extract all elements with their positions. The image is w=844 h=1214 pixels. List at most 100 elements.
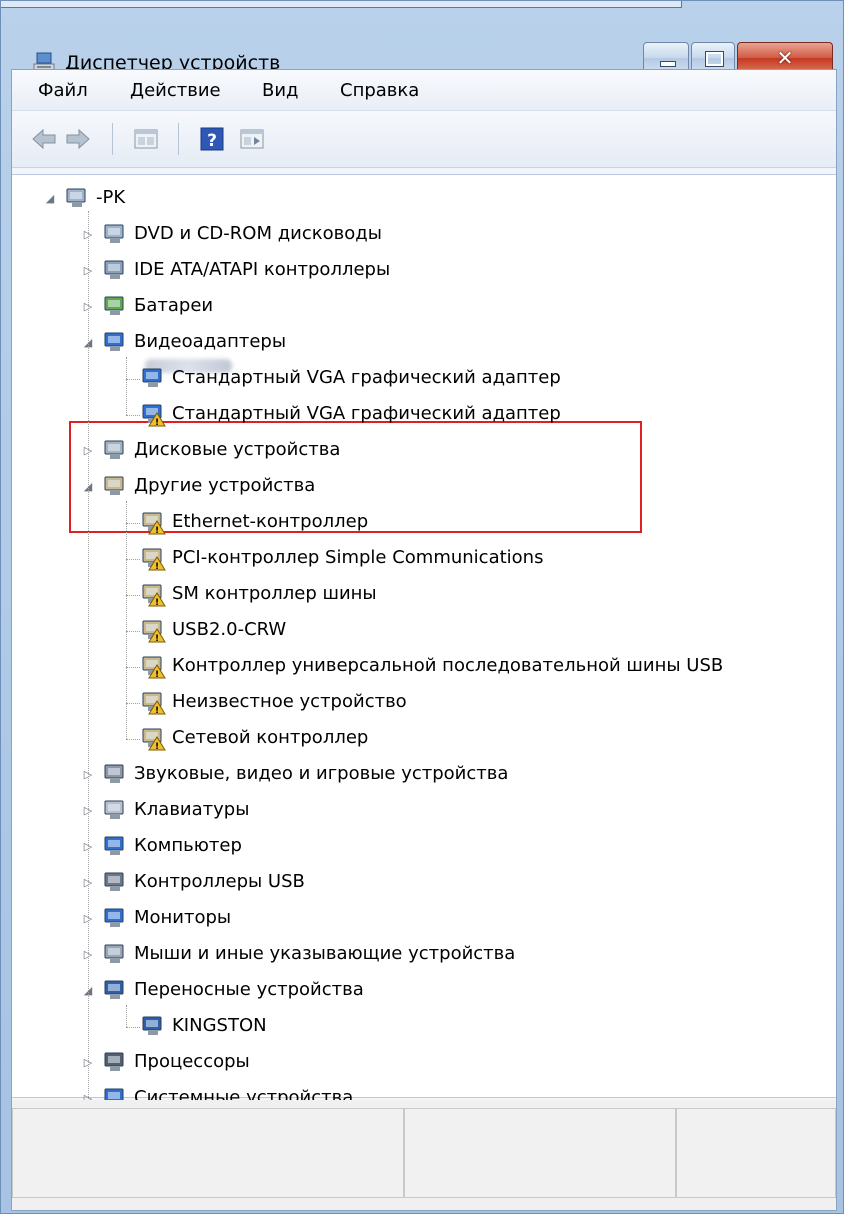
tree-item-label: Мониторы	[134, 907, 232, 928]
unknown-device-icon: !	[142, 728, 166, 751]
tree-device-item[interactable]: ! Сетевой контроллер	[12, 721, 836, 757]
tree-item-label: Ethernet-контроллер	[172, 511, 369, 532]
svg-text:!: !	[155, 562, 159, 571]
tree-item-label: Стандартный VGA графический адаптер	[172, 403, 561, 424]
tree-group[interactable]: ▷ Процессоры	[12, 1045, 836, 1081]
tree-device-item[interactable]: ! Стандартный VGA графический адаптер	[12, 397, 836, 433]
menu-view[interactable]: Вид	[262, 80, 299, 101]
toolbar: ?	[12, 111, 836, 168]
tree-item-label: Неизвестное устройство	[172, 691, 407, 712]
menu-bar: Файл Действие Вид Справка	[12, 70, 836, 111]
processor-icon	[104, 1052, 124, 1071]
svg-text:!: !	[155, 706, 159, 715]
tree-group[interactable]: ▷ Контроллеры USB	[12, 865, 836, 901]
tree-group[interactable]: ▷ Мыши и иные указывающие устройства	[12, 937, 836, 973]
tree-item-label: USB2.0-CRW	[172, 619, 287, 640]
portable-device-icon	[142, 1016, 162, 1035]
status-cell	[404, 1108, 676, 1198]
computer-icon	[66, 188, 86, 207]
status-cell	[12, 1108, 404, 1198]
display-adapter-icon	[104, 332, 124, 351]
menu-help[interactable]: Справка	[340, 80, 419, 101]
tree-group[interactable]: ▷ Дисковые устройства	[12, 433, 836, 469]
tree-device-item[interactable]: ! Контроллер универсальной последовательн…	[12, 649, 836, 685]
tree-group[interactable]: ▷ Батареи	[12, 289, 836, 325]
menu-file[interactable]: Файл	[38, 80, 88, 101]
tree-connector	[126, 357, 127, 415]
unknown-device-icon: !	[142, 620, 166, 643]
display-adapter-icon: !	[142, 404, 166, 427]
tree-connector	[126, 1005, 127, 1027]
battery-icon	[104, 296, 124, 315]
svg-text:!: !	[155, 526, 159, 535]
tree-group[interactable]: ▷ Звуковые, видео и игровые устройства	[12, 757, 836, 793]
unknown-device-icon	[104, 476, 124, 495]
unknown-device-icon: !	[142, 692, 166, 715]
tree-item-label: Дисковые устройства	[134, 439, 341, 460]
monitor-icon	[104, 908, 124, 927]
keyboard-icon	[104, 800, 124, 819]
tree-group[interactable]: ▷ Мониторы	[12, 901, 836, 937]
speaker-icon	[104, 764, 124, 783]
svg-text:?: ?	[207, 131, 217, 151]
properties-icon[interactable]	[132, 125, 160, 153]
tree-group[interactable]: ◢ Другие устройства	[12, 469, 836, 505]
tree-item-label: Сетевой контроллер	[172, 727, 369, 748]
unknown-device-icon: !	[142, 548, 166, 571]
tree-group[interactable]: ▷ DVD и CD-ROM дисководы	[12, 217, 836, 253]
display-adapter-icon	[142, 368, 162, 387]
tree-connector	[88, 211, 89, 1135]
tree-group[interactable]: ▷ Клавиатуры	[12, 793, 836, 829]
unknown-device-icon: !	[142, 656, 166, 679]
collapse-arrow-icon[interactable]: ◢	[44, 193, 56, 205]
tree-item-label: KINGSTON	[172, 1015, 267, 1036]
tree-device-item[interactable]: KINGSTON	[12, 1009, 836, 1045]
help-icon[interactable]: ?	[198, 125, 226, 153]
forward-arrow-icon[interactable]	[64, 125, 92, 153]
update-driver-icon[interactable]	[238, 125, 266, 153]
tree-device-item[interactable]: ! SM контроллер шины	[12, 577, 836, 613]
unknown-device-icon: !	[142, 512, 166, 535]
dvd-drive-icon	[104, 224, 124, 243]
toolbar-separator	[178, 123, 179, 155]
back-arrow-icon[interactable]	[30, 125, 58, 153]
disk-drive-icon	[104, 440, 124, 459]
tree-item-label: PCI-контроллер Simple Communications	[172, 547, 544, 568]
tree-group[interactable]: ▷ IDE ATA/ATAPI контроллеры	[12, 253, 836, 289]
tree-item-label: -PK	[96, 187, 126, 208]
svg-text:!: !	[155, 598, 159, 607]
tree-group[interactable]: ◢ Переносные устройства	[12, 973, 836, 1009]
tree-item-label: Процессоры	[134, 1051, 250, 1072]
tree-item-label: Переносные устройства	[134, 979, 364, 1000]
mouse-icon	[104, 944, 124, 963]
tree-item-label: Клавиатуры	[134, 799, 250, 820]
status-cell	[676, 1108, 836, 1198]
client-area: Файл Действие Вид Справка ? ◢ -PK ▷ DVD и C…	[11, 69, 837, 1211]
tree-device-item[interactable]: ! Ethernet-контроллер	[12, 505, 836, 541]
unknown-device-icon: !	[142, 584, 166, 607]
svg-text:!: !	[155, 742, 159, 751]
tree-device-item[interactable]: Стандартный VGA графический адаптер	[12, 361, 836, 397]
menu-action[interactable]: Действие	[130, 80, 221, 101]
portable-device-icon	[104, 980, 124, 999]
tree-item-label: Звуковые, видео и игровые устройства	[134, 763, 509, 784]
top-frame-edge	[1, 1, 682, 8]
tree-device-item[interactable]: ! USB2.0-CRW	[12, 613, 836, 649]
tree-device-item[interactable]: ! Неизвестное устройство	[12, 685, 836, 721]
tree-root-computer[interactable]: ◢ -PK	[12, 181, 836, 217]
tree-item-label: Стандартный VGA графический адаптер	[172, 367, 561, 388]
tree-item-label: Контроллер универсальной последовательно…	[172, 655, 724, 676]
tree-item-label: Батареи	[134, 295, 214, 316]
status-bar	[12, 1100, 836, 1210]
toolbar-separator	[112, 123, 113, 155]
tree-item-label: IDE ATA/ATAPI контроллеры	[134, 259, 391, 280]
tree-device-item[interactable]: ! PCI-контроллер Simple Communications	[12, 541, 836, 577]
ide-controller-icon	[104, 260, 124, 279]
tree-group[interactable]: ◢ Видеоадаптеры	[12, 325, 836, 361]
tree-group[interactable]: ▷ Компьютер	[12, 829, 836, 865]
svg-text:!: !	[155, 634, 159, 643]
device-manager-window: Диспетчер устройств ✕ Файл Действие Вид …	[0, 0, 844, 1214]
title-bar[interactable]: Диспетчер устройств ✕	[1, 19, 844, 74]
device-tree: ◢ -PK ▷ DVD и CD-ROM дисководы ▷ IDE ATA/ATAP…	[12, 174, 836, 1144]
tree-item-label: DVD и CD-ROM дисководы	[134, 223, 382, 244]
